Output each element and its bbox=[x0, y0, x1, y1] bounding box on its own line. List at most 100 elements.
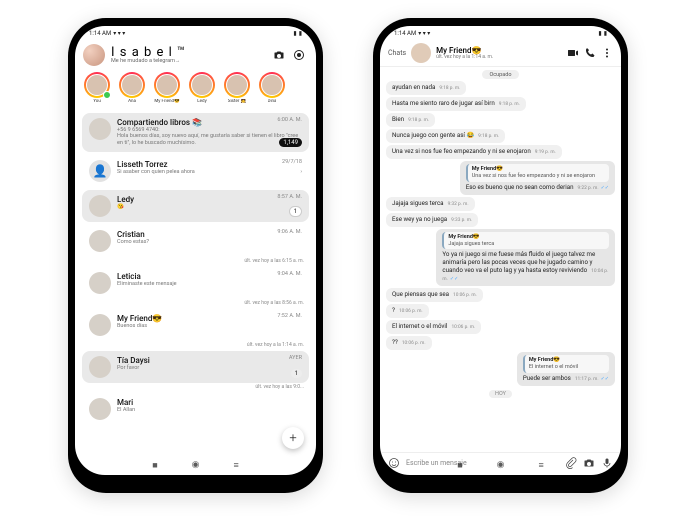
message-incoming[interactable]: Una vez si nos fue feo empezando y ni se… bbox=[386, 145, 562, 159]
chat-avatar bbox=[89, 230, 111, 252]
chat-item[interactable]: 👤Lisseth TorrezSi asaber con quien pelea… bbox=[82, 155, 309, 187]
back-button[interactable]: Chats bbox=[388, 49, 406, 57]
chat-preview: El Allan bbox=[117, 407, 302, 414]
unread-badge: 1 bbox=[291, 369, 302, 378]
status-bar: 1:14 AM▾ ▾ ▾ ▮▮ bbox=[75, 26, 316, 40]
conversation-header: Chats My Friend😎 últ. vez hoy a la 1:14 … bbox=[380, 40, 621, 67]
stories-row[interactable]: You Ana My Friend😎 LedySister 👧Dina bbox=[75, 70, 316, 110]
nav-back-icon[interactable]: ■ bbox=[152, 460, 157, 471]
message-text: Jajaja sigues terca bbox=[392, 199, 444, 207]
contact-avatar[interactable] bbox=[411, 43, 431, 63]
status-bar: 1:14 AM▾ ▾ ▾ ▮▮ bbox=[380, 26, 621, 40]
chat-name: My Friend😎 bbox=[117, 314, 302, 323]
nav-recent-icon[interactable]: ≡ bbox=[539, 460, 544, 471]
video-call-icon[interactable] bbox=[567, 47, 579, 59]
chat-name: Ledy bbox=[117, 195, 302, 204]
status-pill: Ocupado bbox=[482, 70, 518, 79]
message-time: 9:18 p. m. bbox=[408, 118, 429, 123]
add-story-icon[interactable] bbox=[103, 91, 111, 99]
story-item[interactable]: My Friend😎 bbox=[153, 72, 181, 104]
contact-last-seen: últ. vez hoy a la 1:14 a. m. bbox=[436, 55, 562, 60]
message-time: 10:06 p. m. bbox=[453, 293, 477, 298]
message-time: 10:06 p. m. bbox=[402, 341, 426, 346]
nav-home-icon[interactable]: ◉ bbox=[497, 460, 505, 471]
message-text: Yo ya ni juego si me fuese más fluido el… bbox=[442, 250, 595, 274]
read-ticks-icon: ✓✓ bbox=[450, 276, 458, 282]
chat-preview: Eliminaste este mensaje bbox=[117, 281, 302, 288]
chat-list[interactable]: Compartiendo libros 📚+56 9 6569 4740:Hol… bbox=[75, 110, 316, 475]
message-time: 9:33 p. m. bbox=[451, 218, 472, 223]
message-text: Puede ser ambos bbox=[523, 374, 571, 382]
chat-item[interactable]: My Friend😎Buenos días7:52 A. M. bbox=[82, 309, 309, 341]
message-outgoing[interactable]: My Friend😎Una vez si nos fue feo empezan… bbox=[460, 161, 615, 195]
message-incoming[interactable]: ?? 10:06 p. m. bbox=[386, 336, 432, 350]
menu-dots-icon[interactable] bbox=[601, 47, 613, 59]
message-outgoing[interactable]: My Friend😎Jajaja sigues tercaYo ya ni ju… bbox=[436, 229, 615, 286]
message-text: ayudan en nada bbox=[392, 83, 435, 91]
new-chat-fab[interactable]: + bbox=[282, 427, 304, 449]
chat-last-seen: últ. vez hoy a las 9:0... bbox=[79, 384, 312, 390]
chat-item[interactable]: MariEl Allan bbox=[82, 393, 309, 425]
chat-item[interactable]: Tía DaysiPor favorAYER1 bbox=[82, 351, 309, 383]
message-text: ?? bbox=[392, 338, 398, 346]
chat-name: Mari bbox=[117, 398, 302, 407]
message-text: ? bbox=[392, 306, 395, 314]
chat-preview: Si asaber con quien pelea ahora bbox=[117, 169, 302, 176]
message-incoming[interactable]: Ese wey ya no juega9:33 p. m. bbox=[386, 213, 478, 227]
chat-last-seen: últ. vez hoy a las 6:15 a. m. bbox=[79, 258, 312, 264]
app-header: I s a b e l ™ Me he mudado a telegram→ bbox=[75, 40, 316, 70]
story-label: Ana bbox=[128, 99, 136, 104]
camera-icon[interactable] bbox=[272, 48, 286, 62]
message-list[interactable]: ayudan en nada9:18 p. m.Hasta me siento … bbox=[380, 81, 621, 452]
chat-item[interactable]: CristianComo estas?9:06 A. M. bbox=[82, 225, 309, 257]
app-title: I s a b e l ™ bbox=[111, 46, 266, 59]
message-incoming[interactable]: Nunca juego con gente así 😂9:18 p. m. bbox=[386, 129, 505, 143]
message-incoming[interactable]: El internet o el móvil10:06 p. m. bbox=[386, 320, 481, 334]
message-text: Hasta me siento raro de jugar así birn bbox=[392, 99, 495, 107]
chat-item[interactable]: Ledy😘8:57 A. M.1 bbox=[82, 190, 309, 222]
message-outgoing[interactable]: My Friend😎El internet o el móvilPuede se… bbox=[517, 352, 615, 386]
status-time: 1:14 AM bbox=[89, 30, 111, 37]
chat-item[interactable]: Compartiendo libros 📚+56 9 6569 4740:Hol… bbox=[82, 113, 309, 152]
chat-time: 9:04 A. M. bbox=[277, 271, 302, 277]
quoted-message: My Friend😎El internet o el móvil bbox=[523, 355, 609, 373]
chat-preview: Como estas? bbox=[117, 239, 302, 246]
chat-item[interactable]: LeticiaEliminaste este mensaje 9:04 A. M. bbox=[82, 267, 309, 299]
nav-home-icon[interactable]: ◉ bbox=[192, 460, 200, 471]
message-time: 9:19 p. m. bbox=[535, 150, 556, 155]
target-icon[interactable] bbox=[292, 48, 306, 62]
message-text: Eso es bueno que no sean como derian bbox=[466, 183, 574, 191]
story-item[interactable]: Ana bbox=[118, 72, 146, 104]
message-incoming[interactable]: ayudan en nada9:18 p. m. bbox=[386, 81, 466, 95]
app-subtitle: Me he mudado a telegram→ bbox=[111, 59, 266, 65]
story-item[interactable]: Ledy bbox=[188, 72, 216, 104]
message-time: 11:17 p. m. bbox=[575, 377, 599, 382]
message-time: 10:06 p. m. bbox=[399, 309, 423, 314]
message-incoming[interactable]: Bien9:18 p. m. bbox=[386, 113, 435, 127]
story-item[interactable]: Sister 👧 bbox=[223, 72, 251, 104]
profile-avatar[interactable] bbox=[83, 44, 105, 66]
message-incoming[interactable]: Que piensas que sea10:06 p. m. bbox=[386, 288, 483, 302]
story-label: You bbox=[93, 99, 101, 104]
message-text: El internet o el móvil bbox=[392, 322, 447, 330]
message-incoming[interactable]: Jajaja sigues terca9:32 p. m. bbox=[386, 197, 475, 211]
nav-recent-icon[interactable]: ≡ bbox=[234, 460, 239, 471]
chat-time: 7:52 A. M. bbox=[277, 313, 302, 319]
signal-icon: ▮ bbox=[293, 30, 296, 37]
chat-name: Compartiendo libros 📚 bbox=[117, 118, 302, 127]
chat-preview: 😘 bbox=[117, 204, 302, 211]
chat-preview: Por favor bbox=[117, 365, 302, 372]
screen-conversation: 1:14 AM▾ ▾ ▾ ▮▮ Chats My Friend😎 últ. ve… bbox=[380, 26, 621, 475]
voice-call-icon[interactable] bbox=[584, 47, 596, 59]
story-item[interactable]: Dina bbox=[258, 72, 286, 104]
story-label: My Friend😎 bbox=[154, 99, 179, 104]
message-incoming[interactable]: ? 10:06 p. m. bbox=[386, 304, 429, 318]
quoted-message: My Friend😎Una vez si nos fue feo empezan… bbox=[466, 164, 609, 182]
chat-name: Leticia bbox=[117, 272, 302, 281]
story-item[interactable]: You bbox=[83, 72, 111, 104]
message-time: 9:18 p. m. bbox=[478, 134, 499, 139]
chat-preview: Hola buenos días, soy nuevo aquí, me gus… bbox=[117, 133, 302, 147]
android-nav-bar: ■ ◉ ≡ bbox=[380, 460, 621, 471]
message-incoming[interactable]: Hasta me siento raro de jugar así birn9:… bbox=[386, 97, 526, 111]
nav-back-icon[interactable]: ■ bbox=[457, 460, 462, 471]
